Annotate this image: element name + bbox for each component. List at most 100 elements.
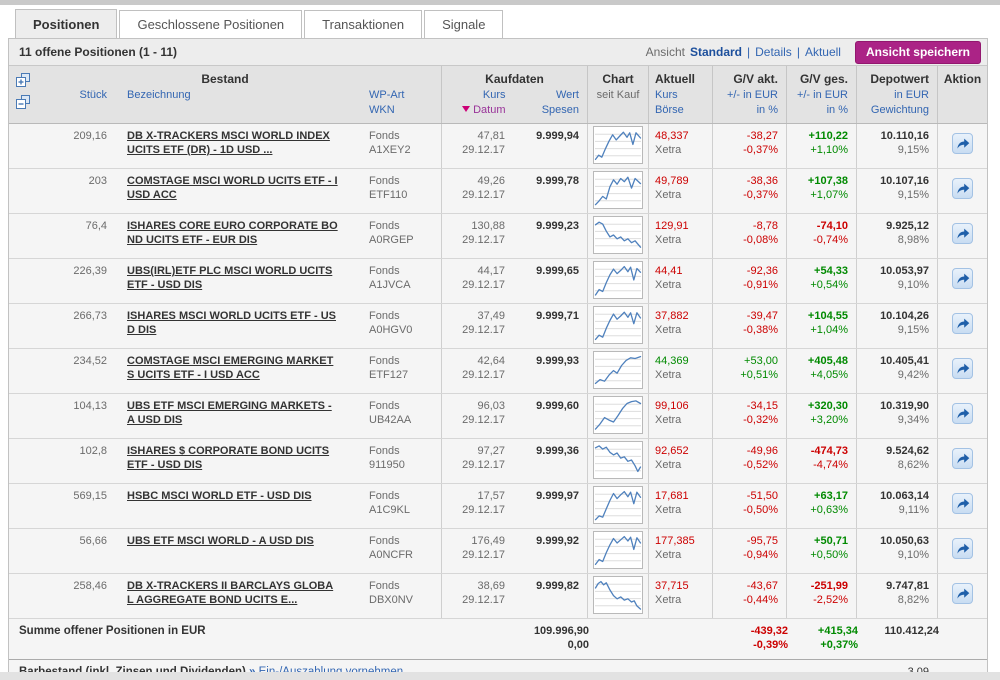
purchase-price-cell: 44,17 29.12.17 — [441, 259, 513, 303]
position-name-link[interactable]: COMSTAGE MSCI EMERGING MARKETS UCITS ETF… — [127, 354, 339, 382]
sum-spesen: 0,00 — [513, 638, 589, 652]
position-name-link[interactable]: UBS ETF MSCI EMERGING MARKETS - A USD DI… — [127, 399, 339, 427]
current-price: 129,91 — [655, 219, 712, 233]
gv-akt-eur: -39,47 — [713, 309, 778, 323]
sparkline-chart[interactable] — [593, 531, 643, 569]
trade-action-button[interactable] — [952, 133, 973, 154]
sparkline-chart[interactable] — [593, 441, 643, 479]
position-name-link[interactable]: ISHARES MSCI WORLD UCITS ETF - USD DIS — [127, 309, 339, 337]
depot-value: 10.110,16 — [857, 129, 929, 143]
wkn-value: ETF110 — [369, 188, 441, 202]
position-name-link[interactable]: ISHARES $ CORPORATE BOND UCITS ETF - USD… — [127, 444, 339, 472]
sparkline-chart[interactable] — [593, 486, 643, 524]
top-divider — [0, 0, 1000, 5]
trade-action-button[interactable] — [952, 583, 973, 604]
column-gv-ges-eur[interactable]: +/- in EUR — [787, 88, 848, 103]
position-name-link[interactable]: UBS(IRL)ETF PLC MSCI WORLD UCITS ETF - U… — [127, 264, 339, 292]
sparkline-chart[interactable] — [593, 576, 643, 614]
column-wp-art[interactable]: WP-Art — [369, 88, 441, 103]
wp-art-value: Fonds — [369, 534, 441, 548]
tab-geschlossene-positionen[interactable]: Geschlossene Positionen — [119, 10, 302, 38]
trade-action-button[interactable] — [952, 178, 973, 199]
trade-action-button[interactable] — [952, 313, 973, 334]
trade-action-button[interactable] — [952, 268, 973, 289]
purchase-date: 29.12.17 — [442, 368, 505, 382]
expand-all-icon[interactable] — [15, 72, 31, 88]
purchase-date: 29.12.17 — [442, 323, 505, 337]
exchange-name: Xetra — [655, 233, 712, 247]
sparkline-chart[interactable] — [593, 261, 643, 299]
tab-positionen[interactable]: Positionen — [15, 9, 117, 38]
sparkline-chart[interactable] — [593, 351, 643, 389]
view-option-standard[interactable]: Standard — [690, 45, 742, 59]
position-name-link[interactable]: ISHARES CORE EURO CORPORATE BOND UCITS E… — [127, 219, 339, 247]
sparkline-chart[interactable] — [593, 126, 643, 164]
column-group-gv-ges: G/V ges. — [787, 72, 848, 88]
collapse-all-icon[interactable] — [15, 94, 31, 110]
row-indent — [9, 394, 39, 438]
view-separator: | — [747, 45, 750, 59]
tab-transaktionen[interactable]: Transaktionen — [304, 10, 422, 38]
gv-ges-eur: -74,10 — [787, 219, 848, 233]
column-boerse[interactable]: Börse — [655, 103, 712, 118]
gv-ges-eur: -474,73 — [787, 444, 848, 458]
column-group-kaufdaten: Kaufdaten — [442, 72, 587, 88]
depot-value: 10.405,41 — [857, 354, 929, 368]
gv-akt-eur: -92,36 — [713, 264, 778, 278]
wp-art-value: Fonds — [369, 444, 441, 458]
gv-akt-pct: -0,08% — [713, 233, 778, 247]
gv-ges-cell: +405,48 +4,05% — [786, 349, 856, 393]
position-name-link[interactable]: DB X-TRACKERS MSCI WORLD INDEX UCITS ETF… — [127, 129, 339, 157]
column-gv-akt-eur[interactable]: +/- in EUR — [713, 88, 778, 103]
exchange-name: Xetra — [655, 548, 712, 562]
forward-arrow-icon — [954, 315, 971, 332]
trade-action-button[interactable] — [952, 223, 973, 244]
column-aktuell-kurs[interactable]: Kurs — [655, 88, 712, 103]
column-datum-sorted[interactable]: Datum — [473, 104, 505, 116]
position-name-link[interactable]: UBS ETF MSCI WORLD - A USD DIS — [127, 534, 339, 548]
trade-action-button[interactable] — [952, 403, 973, 424]
column-kauf-kurs[interactable]: Kurs — [442, 88, 506, 103]
depot-weight: 8,82% — [857, 593, 929, 607]
column-wkn[interactable]: WKN — [369, 103, 441, 118]
view-option-aktuell[interactable]: Aktuell — [805, 45, 841, 59]
trade-action-button[interactable] — [952, 358, 973, 379]
gv-ges-eur: +405,48 — [787, 354, 848, 368]
sparkline-chart[interactable] — [593, 216, 643, 254]
position-name-link[interactable]: HSBC MSCI WORLD ETF - USD DIS — [127, 489, 339, 503]
exchange-name: Xetra — [655, 413, 712, 427]
wp-art-wkn-cell: Fonds A1C9KL — [369, 484, 441, 528]
forward-arrow-icon — [954, 225, 971, 242]
sort-desc-icon — [462, 106, 470, 112]
view-option-details[interactable]: Details — [755, 45, 792, 59]
column-gewichtung[interactable]: Gewichtung — [857, 103, 929, 118]
action-cell — [937, 394, 987, 438]
purchase-price-cell: 38,69 29.12.17 — [441, 574, 513, 618]
depot-value: 10.063,14 — [857, 489, 929, 503]
chart-cell — [587, 439, 648, 483]
column-gv-akt-pct[interactable]: in % — [713, 103, 778, 118]
column-bezeichnung[interactable]: Bezeichnung — [127, 88, 369, 103]
column-wert[interactable]: Wert — [514, 88, 580, 103]
column-depot-eur[interactable]: in EUR — [857, 88, 929, 103]
position-name-link[interactable]: DB X-TRACKERS II BARCLAYS GLOBAL AGGREGA… — [127, 579, 339, 607]
trade-action-button[interactable] — [952, 538, 973, 559]
trade-action-button[interactable] — [952, 493, 973, 514]
depot-value-cell: 10.053,97 9,10% — [856, 259, 937, 303]
gv-akt-pct: -0,94% — [713, 548, 778, 562]
sparkline-chart[interactable] — [593, 171, 643, 209]
position-name-link[interactable]: COMSTAGE MSCI WORLD UCITS ETF - I USD AC… — [127, 174, 339, 202]
forward-arrow-icon — [954, 180, 971, 197]
tab-signale[interactable]: Signale — [424, 10, 503, 38]
column-spesen[interactable]: Spesen — [514, 103, 580, 118]
column-stueck[interactable]: Stück — [39, 88, 107, 103]
position-row: 76,4 ISHARES CORE EURO CORPORATE BOND UC… — [9, 214, 987, 259]
sparkline-chart[interactable] — [593, 306, 643, 344]
trade-action-button[interactable] — [952, 448, 973, 469]
gv-akt-pct: +0,51% — [713, 368, 778, 382]
purchase-value-cell: 9.999,23 — [513, 214, 587, 258]
sparkline-chart[interactable] — [593, 396, 643, 434]
purchase-price-cell: 49,26 29.12.17 — [441, 169, 513, 213]
column-gv-ges-pct[interactable]: in % — [787, 103, 848, 118]
save-view-button[interactable]: Ansicht speichern — [855, 41, 981, 64]
